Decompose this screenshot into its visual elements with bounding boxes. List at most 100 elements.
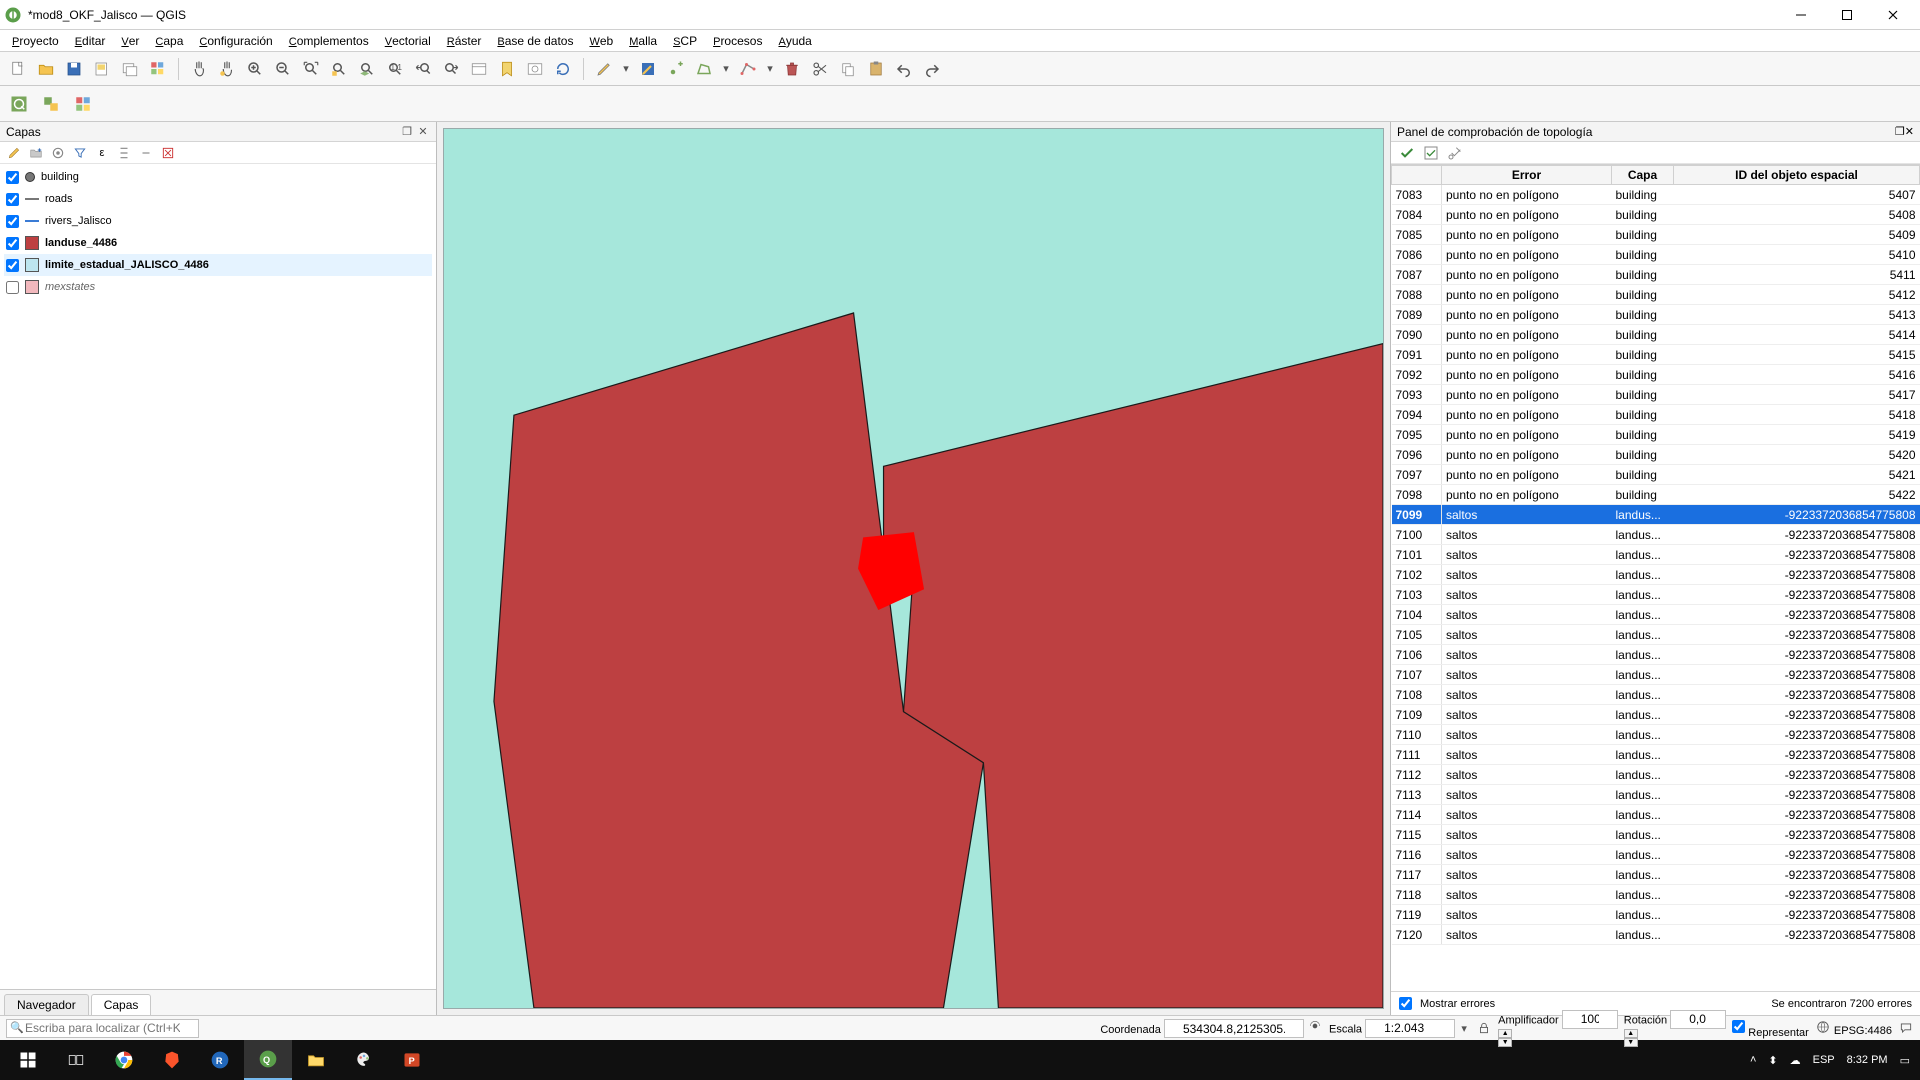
tray-notifications-icon[interactable]: ▭	[1900, 1054, 1910, 1067]
menu-base-de-datos[interactable]: Base de datos	[489, 32, 581, 50]
map-canvas[interactable]	[443, 128, 1384, 1009]
open-project-icon[interactable]	[34, 57, 58, 81]
tab-browser[interactable]: Navegador	[4, 994, 89, 1015]
error-row[interactable]: 7120saltoslandus...-9223372036854775808	[1392, 925, 1920, 945]
messages-icon[interactable]	[1898, 1020, 1914, 1036]
menu-malla[interactable]: Malla	[621, 32, 665, 50]
topology-error-table-wrapper[interactable]: Error Capa ID del objeto espacial 7083pu…	[1391, 164, 1920, 991]
dropdown-chevron-icon[interactable]: ▾	[720, 62, 732, 75]
coord-field[interactable]	[1164, 1019, 1304, 1038]
layer-item-building[interactable]: building	[4, 166, 432, 188]
validate-extent-icon[interactable]	[1423, 145, 1439, 161]
locator-input[interactable]	[6, 1019, 199, 1038]
error-row[interactable]: 7108saltoslandus...-9223372036854775808	[1392, 685, 1920, 705]
layer-visibility-checkbox[interactable]	[6, 281, 19, 294]
new-print-layout-icon[interactable]	[90, 57, 114, 81]
error-row[interactable]: 7090punto no en polígonobuilding5414	[1392, 325, 1920, 345]
layer-item-mexstates[interactable]: mexstates	[4, 276, 432, 298]
layer-item-rivers-jalisco[interactable]: rivers_Jalisco	[4, 210, 432, 232]
magnifier-spin[interactable]: ▲▼	[1498, 1029, 1618, 1047]
layer-item-limite-estadual-jalisco-4486[interactable]: limite_estadual_JALISCO_4486	[4, 254, 432, 276]
zoom-last-icon[interactable]	[411, 57, 435, 81]
layer-tree[interactable]: buildingroadsrivers_Jaliscolanduse_4486l…	[0, 164, 436, 989]
style-manager-icon[interactable]	[146, 57, 170, 81]
error-row[interactable]: 7104saltoslandus...-9223372036854775808	[1392, 605, 1920, 625]
file-explorer-icon[interactable]	[292, 1040, 340, 1080]
error-row[interactable]: 7085punto no en polígonobuilding5409	[1392, 225, 1920, 245]
task-view-icon[interactable]	[52, 1040, 100, 1080]
render-checkbox[interactable]	[1732, 1017, 1745, 1036]
layer-visibility-checkbox[interactable]	[6, 193, 19, 206]
panel-close-icon[interactable]: ✕	[1905, 125, 1914, 138]
dropdown-chevron-icon[interactable]: ▾	[1458, 1022, 1470, 1035]
layer-visibility-checkbox[interactable]	[6, 259, 19, 272]
validate-all-icon[interactable]	[1399, 145, 1415, 161]
error-row[interactable]: 7115saltoslandus...-9223372036854775808	[1392, 825, 1920, 845]
error-row[interactable]: 7091punto no en polígonobuilding5415	[1392, 345, 1920, 365]
filter-by-expression-icon[interactable]: ε	[94, 145, 110, 161]
error-row[interactable]: 7119saltoslandus...-9223372036854775808	[1392, 905, 1920, 925]
layer-visibility-checkbox[interactable]	[6, 171, 19, 184]
menu-complementos[interactable]: Complementos	[281, 32, 377, 50]
menu-proyecto[interactable]: Proyecto	[4, 32, 67, 50]
temporal-controller-icon[interactable]	[523, 57, 547, 81]
layout-manager-icon[interactable]	[118, 57, 142, 81]
zoom-full-icon[interactable]	[299, 57, 323, 81]
vertex-tool-icon[interactable]	[736, 57, 760, 81]
menu-r-ster[interactable]: Ráster	[439, 32, 490, 50]
edit-toggle-icon[interactable]	[592, 57, 616, 81]
error-row[interactable]: 7088punto no en polígonobuilding5412	[1392, 285, 1920, 305]
brave-icon[interactable]	[148, 1040, 196, 1080]
add-polygon-icon[interactable]	[692, 57, 716, 81]
filter-legend-icon[interactable]	[72, 145, 88, 161]
show-errors-checkbox[interactable]	[1399, 997, 1412, 1010]
error-row[interactable]: 7116saltoslandus...-9223372036854775808	[1392, 845, 1920, 865]
error-row[interactable]: 7092punto no en polígonobuilding5416	[1392, 365, 1920, 385]
menu-capa[interactable]: Capa	[147, 32, 191, 50]
layer-visibility-checkbox[interactable]	[6, 237, 19, 250]
error-row[interactable]: 7089punto no en polígonobuilding5413	[1392, 305, 1920, 325]
menu-procesos[interactable]: Procesos	[705, 32, 770, 50]
rotation-field[interactable]	[1670, 1010, 1726, 1029]
error-row[interactable]: 7118saltoslandus...-9223372036854775808	[1392, 885, 1920, 905]
zoom-next-icon[interactable]	[439, 57, 463, 81]
error-row[interactable]: 7096punto no en polígonobuilding5420	[1392, 445, 1920, 465]
new-project-icon[interactable]	[6, 57, 30, 81]
qgis-taskbar-icon[interactable]: Q	[244, 1040, 292, 1080]
error-row[interactable]: 7098punto no en polígonobuilding5422	[1392, 485, 1920, 505]
error-row[interactable]: 7103saltoslandus...-9223372036854775808	[1392, 585, 1920, 605]
add-point-icon[interactable]	[664, 57, 688, 81]
panel-close-icon[interactable]: ✕	[416, 125, 430, 139]
panel-undock-icon[interactable]: ❐	[400, 125, 414, 139]
zoom-in-icon[interactable]	[243, 57, 267, 81]
add-group-icon[interactable]	[28, 145, 44, 161]
error-row[interactable]: 7102saltoslandus...-9223372036854775808	[1392, 565, 1920, 585]
chrome-icon[interactable]	[100, 1040, 148, 1080]
new-bookmark-icon[interactable]	[495, 57, 519, 81]
layer-styling-icon[interactable]	[6, 145, 22, 161]
tray-onedrive-icon[interactable]: ☁	[1790, 1054, 1801, 1067]
magnifier-field[interactable]	[1562, 1010, 1618, 1029]
save-edits-icon[interactable]	[636, 57, 660, 81]
scale-field[interactable]	[1365, 1019, 1455, 1038]
configure-rules-icon[interactable]	[1447, 145, 1463, 161]
col-header-fid[interactable]: ID del objeto espacial	[1674, 166, 1920, 185]
error-row[interactable]: 7084punto no en polígonobuilding5408	[1392, 205, 1920, 225]
menu-configuraci-n[interactable]: Configuración	[191, 32, 280, 50]
error-row[interactable]: 7106saltoslandus...-9223372036854775808	[1392, 645, 1920, 665]
error-row[interactable]: 7117saltoslandus...-9223372036854775808	[1392, 865, 1920, 885]
manage-map-themes-icon[interactable]	[50, 145, 66, 161]
status-crs-group[interactable]: EPSG:4486	[1815, 1019, 1892, 1037]
menu-scp[interactable]: SCP	[665, 32, 705, 50]
error-row[interactable]: 7083punto no en polígonobuilding5407	[1392, 185, 1920, 205]
col-header-layer[interactable]: Capa	[1612, 166, 1674, 185]
system-tray[interactable]: ˄ ⬍ ☁ ESP 8:32 PM ▭	[1750, 1054, 1916, 1067]
error-row[interactable]: 7110saltoslandus...-9223372036854775808	[1392, 725, 1920, 745]
start-button[interactable]	[4, 1040, 52, 1080]
topology-checker-icon[interactable]	[38, 91, 64, 117]
tab-layers[interactable]: Capas	[91, 994, 152, 1015]
col-header-error[interactable]: Error	[1442, 166, 1612, 185]
save-project-icon[interactable]	[62, 57, 86, 81]
layer-item-landuse-4486[interactable]: landuse_4486	[4, 232, 432, 254]
menu-ver[interactable]: Ver	[113, 32, 147, 50]
